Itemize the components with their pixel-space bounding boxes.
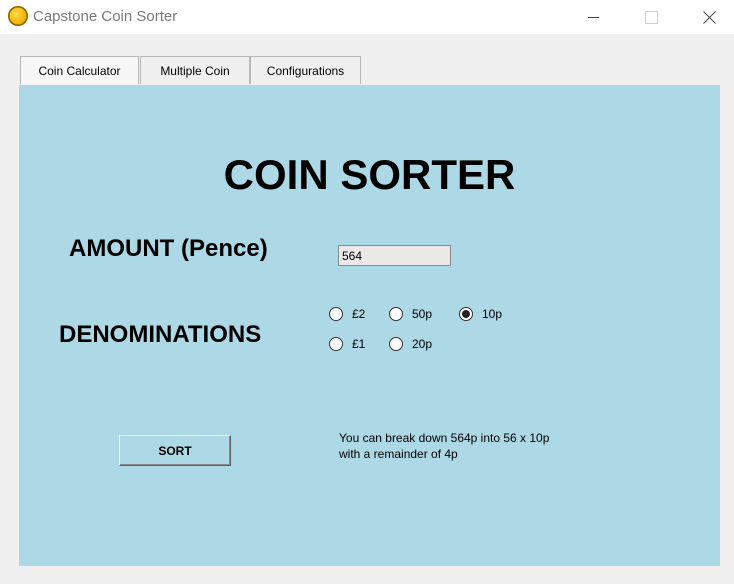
radio-20p[interactable]: 20p — [389, 337, 432, 351]
radio-10p[interactable]: 10p — [459, 307, 502, 321]
radio-circle[interactable] — [329, 337, 343, 351]
coin-calculator-panel: COIN SORTER AMOUNT (Pence) DENOMINATIONS… — [19, 85, 720, 566]
maximize-icon — [644, 10, 658, 24]
radio-circle[interactable] — [389, 337, 403, 351]
radio-1-pound[interactable]: £1 — [329, 337, 365, 351]
radio-label: 50p — [412, 307, 433, 321]
app-window: Capstone Coin Sorter Coin Calculator Mul… — [0, 0, 734, 584]
coin-icon — [8, 6, 28, 26]
radio-dot — [462, 310, 470, 318]
minimize-icon — [587, 16, 599, 18]
close-button[interactable] — [686, 0, 732, 34]
radio-circle[interactable] — [329, 307, 343, 321]
tab-configurations[interactable]: Configurations — [250, 56, 361, 84]
amount-input[interactable] — [338, 245, 451, 266]
radio-50p[interactable]: 50p — [389, 307, 432, 321]
maximize-button[interactable] — [628, 0, 674, 34]
tab-multiple-coin[interactable]: Multiple Coin — [140, 56, 250, 84]
radio-2-pound[interactable]: £2 — [329, 307, 365, 321]
close-icon — [702, 10, 716, 24]
result-line: with a remainder of 4p — [339, 447, 458, 461]
title-bar: Capstone Coin Sorter — [0, 0, 734, 34]
sort-button[interactable]: SORT — [119, 435, 231, 466]
radio-circle[interactable] — [389, 307, 403, 321]
radio-label: 20p — [412, 337, 433, 351]
result-line: You can break down 564p into 56 x 10p — [339, 431, 550, 445]
window-title: Capstone Coin Sorter — [33, 8, 178, 25]
result-text: You can break down 564p into 56 x 10p wi… — [339, 430, 639, 462]
denominations-label: DENOMINATIONS — [59, 321, 262, 348]
tab-coin-calculator[interactable]: Coin Calculator — [20, 56, 139, 84]
radio-label: 10p — [482, 307, 503, 321]
radio-label: £2 — [352, 307, 366, 321]
radio-label: £1 — [352, 337, 366, 351]
page-title: COIN SORTER — [223, 151, 516, 198]
radio-circle-selected[interactable] — [459, 307, 473, 321]
amount-label: AMOUNT (Pence) — [69, 235, 268, 262]
minimize-button[interactable] — [570, 0, 616, 34]
